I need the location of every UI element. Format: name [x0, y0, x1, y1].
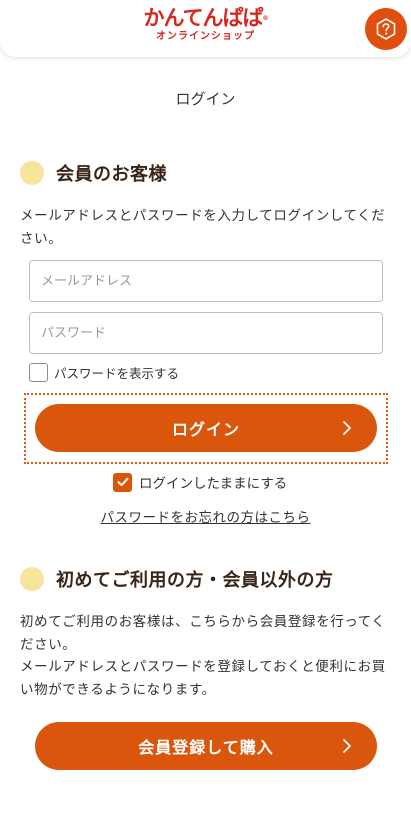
help-button[interactable] — [365, 8, 407, 50]
heading-dot-icon — [20, 161, 44, 185]
guest-text-line1: 初めてご利用のお客様は、こちらから会員登録を行ってください。 — [20, 614, 386, 653]
stay-logged-in-toggle[interactable]: ログインしたままにする — [113, 472, 287, 492]
chevron-right-icon — [343, 739, 351, 753]
login-instruction: メールアドレスとパスワードを入力してログインしてください。 — [20, 208, 386, 247]
show-password-checkbox[interactable] — [29, 363, 48, 382]
chevron-right-icon — [343, 421, 351, 435]
question-hexagon-icon — [376, 18, 396, 40]
email-field[interactable] — [29, 260, 383, 302]
logo-registered-mark: ® — [262, 15, 268, 22]
stay-logged-in-label: ログインしたままにする — [139, 476, 288, 492]
stay-logged-in-checkbox[interactable] — [113, 472, 132, 492]
logo-main-text: かんてんぱぱ — [143, 6, 264, 30]
guest-section-title: 初めてご利用の方・会員以外の方 — [56, 570, 334, 591]
site-header: かんてんぱぱ® オンラインショップ — [0, 0, 411, 57]
login-button[interactable]: ログイン — [35, 404, 377, 452]
forgot-password-row: パスワードをお忘れの方はこちら — [0, 506, 411, 526]
logo-subtitle: オンラインショップ — [156, 31, 255, 42]
page-title: ログイン — [175, 90, 236, 108]
member-section-heading: 会員のお客様 — [20, 158, 167, 188]
site-logo[interactable]: かんてんぱぱ® オンラインショップ — [0, 6, 411, 43]
guest-section-heading: 初めてご利用の方・会員以外の方 — [20, 564, 334, 594]
register-and-buy-button[interactable]: 会員登録して購入 — [35, 722, 377, 770]
forgot-password-link[interactable]: パスワードをお忘れの方はこちら — [101, 510, 311, 526]
member-section-title: 会員のお客様 — [56, 164, 167, 185]
heading-dot-icon — [20, 567, 44, 591]
register-button-label: 会員登録して購入 — [138, 738, 274, 757]
show-password-label: パスワードを表示する — [54, 366, 180, 381]
login-button-label: ログイン — [171, 420, 240, 439]
check-icon — [117, 477, 128, 487]
guest-text-line2: メールアドレスとパスワードを登録しておくと便利にお買い物ができるようになります。 — [20, 659, 386, 698]
show-password-toggle[interactable]: パスワードを表示する — [29, 363, 179, 382]
password-field[interactable] — [29, 312, 383, 354]
